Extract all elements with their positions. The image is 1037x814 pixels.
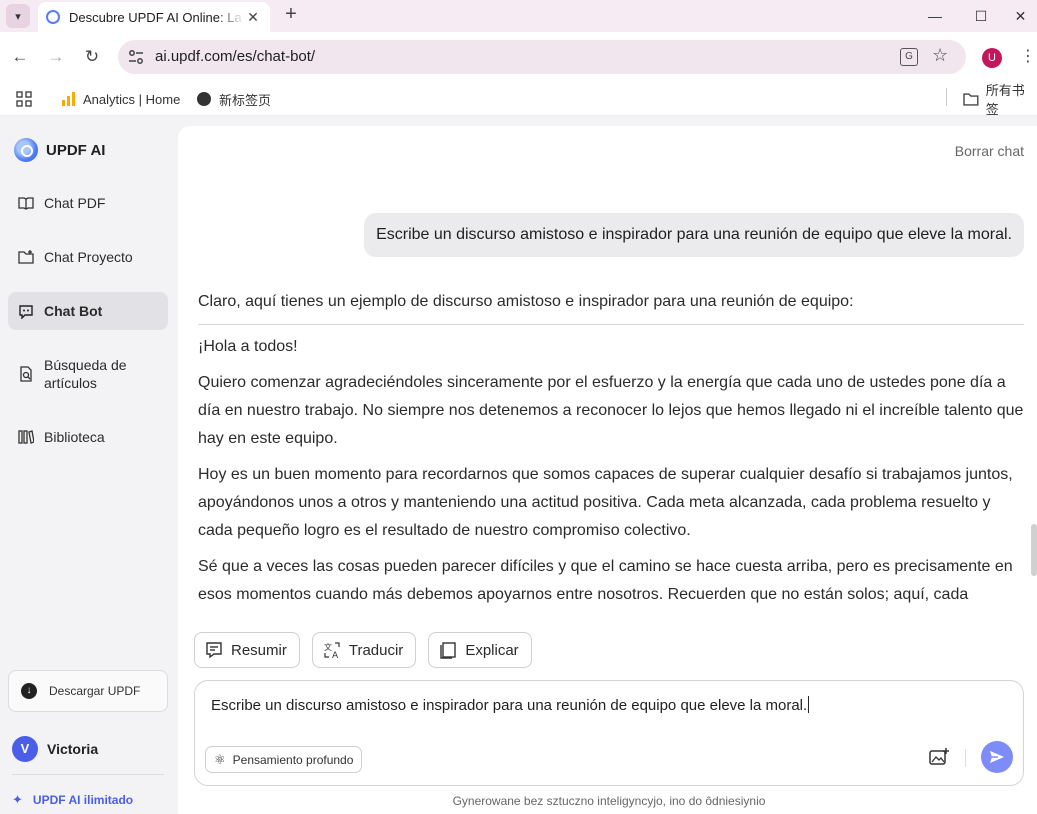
message-composer[interactable]: Escribe un discurso amistoso e inspirado… [194,680,1024,786]
download-label: Descargar UPDF [49,684,141,698]
user-profile[interactable]: V Victoria [12,736,98,762]
deep-thinking-toggle[interactable]: ⚛ Pensamiento profundo [205,746,363,773]
site-settings-icon[interactable] [128,49,144,65]
tab-title: Descubre UPDF AI Online: La [69,9,242,25]
explain-icon [440,642,457,659]
deep-thinking-label: Pensamiento profundo [232,752,354,767]
minimize-button[interactable]: — [912,0,958,32]
assistant-response: Claro, aquí tienes un ejemplo de discurs… [198,288,1024,606]
new-tab-button[interactable]: + [280,4,302,26]
upgrade-label: UPDF AI ilimitado [32,793,134,807]
book-icon [18,197,34,210]
apps-grid-icon[interactable] [16,88,32,110]
response-paragraph: ¡Hola a todos! [198,338,298,355]
sidebar-item-chat-bot[interactable]: Chat Bot [8,292,168,330]
translate-icon[interactable]: G [900,48,918,66]
action-label: Explicar [465,641,519,659]
close-tab-icon[interactable]: ✕ [244,9,262,26]
sidebar-item-chat-proyecto[interactable]: Chat Proyecto [8,238,168,276]
folder-icon [18,250,34,264]
message-input[interactable]: Escribe un discurso amistoso e inspirado… [211,696,809,714]
response-intro: Claro, aquí tienes un ejemplo de discurs… [198,293,854,310]
quick-actions: Resumir 文A Traducir Explicar [194,632,532,668]
updf-logo-icon [14,138,38,162]
sparkle-icon: ✦ [12,792,23,807]
sidebar-item-label: Chat PDF [44,195,106,211]
bot-icon [19,305,33,319]
bookmarks-bar: Analytics | Home 新标签页 所有书签 [0,82,1037,117]
search-doc-icon [20,366,32,382]
back-button[interactable]: ← [9,46,31,68]
summarize-button[interactable]: Resumir [194,632,300,668]
updf-favicon-icon [46,10,60,24]
response-paragraph: Hoy es un buen momento para recordarnos … [198,466,1013,539]
sidebar-item-busqueda-articulos[interactable]: Búsqueda de artículos [8,351,168,397]
bookmark-new-tab[interactable]: 新标签页 [197,88,271,110]
all-bookmarks[interactable]: 所有书签 [963,83,1037,117]
chat-panel: Borrar chat Escribe un discurso amistoso… [178,126,1037,814]
library-icon [18,430,34,444]
user-message-bubble: Escribe un discurso amistoso e inspirado… [364,213,1024,257]
download-updf-button[interactable]: ↓ Descargar UPDF [8,670,168,712]
send-button[interactable] [981,741,1013,773]
avatar: V [12,736,38,762]
brand-name: UPDF AI [46,141,106,159]
tab-search-button[interactable]: ▾ [6,4,30,28]
upgrade-link[interactable]: ✦ UPDF AI ilimitado [12,792,133,808]
clear-chat-button[interactable]: Borrar chat [955,143,1024,159]
browser-menu-icon[interactable]: ⋮ [1020,46,1036,66]
bookmark-star-icon[interactable]: ☆ [932,45,948,66]
address-bar-row: ← → ↻ ai.updf.com/es/chat-bot/ G ☆ U ⋮ [0,32,1037,82]
active-tab[interactable]: Descubre UPDF AI Online: La ✕ [38,2,270,32]
reload-button[interactable]: ↻ [81,46,103,68]
updf-ai-app: UPDF AI Chat PDF Chat Proyecto Chat Bot … [0,116,1037,814]
bookmark-label: 新标签页 [219,92,272,108]
bookmark-analytics[interactable]: Analytics | Home [62,88,180,110]
all-bookmarks-label: 所有书签 [985,83,1025,117]
sidebar-item-chat-pdf[interactable]: Chat PDF [8,184,168,222]
translate-icon: 文A [324,642,340,659]
sidebar-item-label: Biblioteca [44,429,105,445]
tab-strip: ▾ Descubre UPDF AI Online: La ✕ + — ☐ ✕ [0,0,1037,32]
close-window-button[interactable]: ✕ [1004,0,1037,32]
summary-icon [206,642,222,659]
forward-button[interactable]: → [45,46,67,68]
response-paragraph: Sé que a veces las cosas pueden parecer … [198,558,1013,603]
ai-disclaimer: Gynerowane bez sztucznо inteligyncyjo, i… [452,794,766,808]
download-icon: ↓ [21,683,37,699]
maximize-button[interactable]: ☐ [958,0,1004,32]
bookmarks-divider [946,88,947,106]
action-label: Resumir [231,641,287,659]
sidebar-divider [12,774,164,775]
sidebar-item-label: Chat Bot [44,303,103,319]
add-image-icon[interactable] [929,747,949,767]
omnibox[interactable]: ai.updf.com/es/chat-bot/ G ☆ [118,40,966,74]
translate-button[interactable]: 文A Traducir [311,632,417,668]
url-text: ai.updf.com/es/chat-bot/ [155,48,316,65]
chat-scrollbar[interactable] [1031,524,1037,576]
brand-logo[interactable]: UPDF AI [14,138,105,162]
sidebar-item-biblioteca[interactable]: Biblioteca [8,418,168,456]
analytics-icon [62,92,75,106]
svg-text:A: A [332,651,339,659]
composer-divider [965,749,966,767]
send-icon [990,751,1004,763]
globe-icon [197,92,211,106]
folder-icon [963,93,979,106]
sidebar-item-label: Chat Proyecto [44,249,133,265]
response-divider [198,324,1024,325]
action-label: Traducir [348,641,404,659]
atom-icon: ⚛ [214,751,226,767]
user-name: Victoria [47,741,99,757]
sidebar-item-label: Búsqueda de artículos [44,357,127,391]
svg-text:文: 文 [324,642,332,652]
profile-avatar[interactable]: U [982,48,1002,68]
sidebar: UPDF AI Chat PDF Chat Proyecto Chat Bot … [0,116,178,814]
explain-button[interactable]: Explicar [428,632,532,668]
bookmark-label: Analytics | Home [83,91,181,107]
response-paragraph: Quiero comenzar agradeciéndoles sinceram… [198,374,1024,447]
